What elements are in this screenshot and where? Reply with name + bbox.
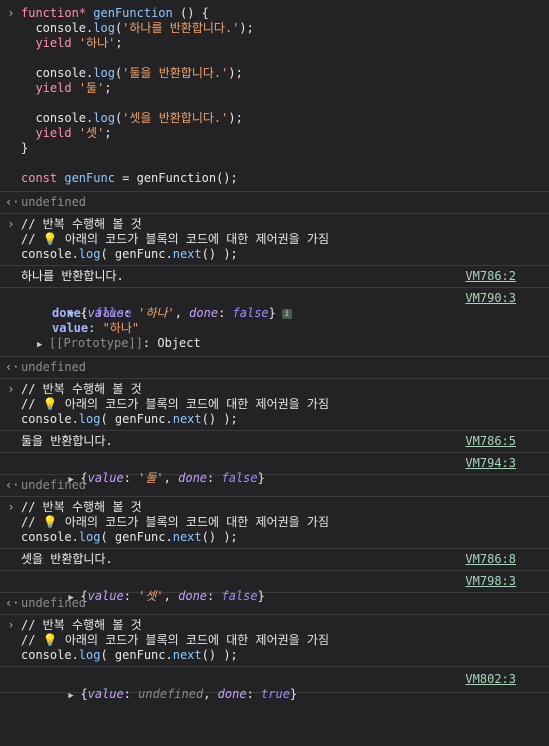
return-value-entry: ‹· undefined [0,475,549,497]
console-input-entry: › // 반복 수행해 볼 것 // 💡 아래의 코드가 블록의 코드에 대한 … [0,379,549,431]
console-input-entry: › // 반복 수행해 볼 것 // 💡 아래의 코드가 블록의 코드에 대한 … [0,214,549,266]
log-object-entry: ▶ {value: '셋', done: false} VM798:3 [0,571,549,603]
console-input-entry: › // 반복 수행해 볼 것 // 💡 아래의 코드가 블록의 코드에 대한 … [0,615,549,667]
chevron-right-icon: › [7,217,15,231]
chevron-right-icon: › [7,6,15,20]
source-link[interactable]: VM786:5 [465,434,516,448]
prototype-row[interactable]: ▶ [[Prototype]]: Object [0,336,549,351]
log-object-entry: ▶ {value: '둘', done: false} VM794:3 [0,453,549,485]
console-input-entry: › // 반복 수행해 볼 것 // 💡 아래의 코드가 블록의 코드에 대한 … [0,497,549,549]
source-link[interactable]: VM790:3 [465,291,516,305]
return-arrow-icon: ‹· [5,195,20,209]
chevron-right-icon: › [7,382,15,396]
triangle-right-icon[interactable]: ▶ [37,338,49,353]
source-link[interactable]: VM786:8 [465,552,516,566]
source-link[interactable]: VM798:3 [465,574,516,588]
info-icon[interactable]: i [281,308,292,319]
log-entry: 하나를 반환합니다. VM786:2 [0,266,549,288]
log-object-entry: ▼ {value: '하나', done: false} i VM790:3 don… [0,288,549,357]
return-arrow-icon: ‹· [5,360,20,374]
lightbulb-icon: 💡 [42,232,58,246]
function-name: genFunction [93,6,173,20]
log-entry: 둘을 반환합니다. VM786:5 [0,431,549,453]
source-link[interactable]: VM786:2 [465,269,516,283]
console-input-entry: › function* genFunction () { console.log… [0,0,549,192]
lightbulb-icon: 💡 [42,633,58,647]
source-link[interactable]: VM802:3 [465,672,516,686]
return-value-entry: ‹· undefined [0,192,549,214]
log-entry: 셋을 반환합니다. VM786:8 [0,549,549,571]
keyword: function* [21,6,87,20]
devtools-console: › function* genFunction () { console.log… [0,0,549,701]
return-arrow-icon: ‹· [5,596,20,610]
source-link[interactable]: VM794:3 [465,456,516,470]
return-arrow-icon: ‹· [5,478,20,492]
chevron-right-icon: › [7,618,15,632]
lightbulb-icon: 💡 [42,515,58,529]
return-value-entry: ‹· undefined [0,357,549,379]
triangle-right-icon[interactable]: ▶ [68,689,80,704]
chevron-right-icon: › [7,500,15,514]
log-object-entry: ▶ {value: undefined, done: true} VM802:3 [0,667,549,701]
return-value-entry: ‹· undefined [0,593,549,615]
lightbulb-icon: 💡 [42,397,58,411]
